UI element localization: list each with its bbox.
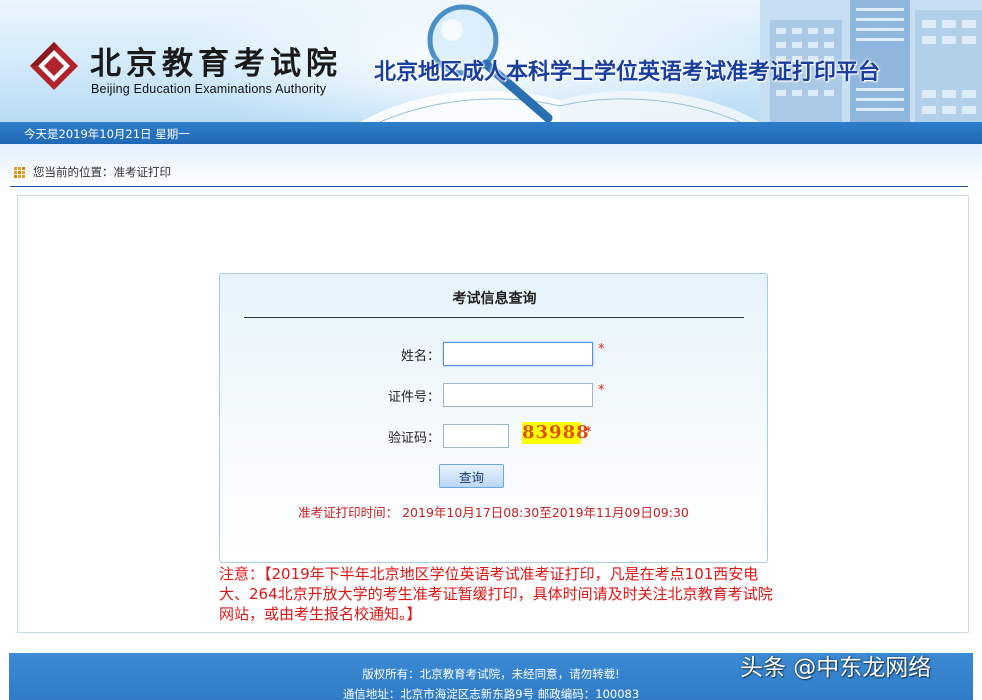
query-button[interactable]: 查询	[439, 464, 504, 488]
captcha-required-mark: *	[585, 425, 592, 440]
breadcrumb-label: 您当前的位置：	[33, 165, 114, 179]
current-date: 今天是2019年10月21日 星期一	[24, 127, 190, 141]
breadcrumb: 您当前的位置：准考证打印	[33, 164, 171, 180]
id-number-input[interactable]	[443, 383, 593, 407]
postponement-notice: 注意：【2019年下半年北京地区学位英语考试准考证打印，凡是在考点101西安电大…	[219, 565, 773, 623]
breadcrumb-divider	[10, 186, 968, 187]
id-number-label: 证件号：	[387, 390, 440, 405]
logo-english-name: Beijing Education Examinations Authority	[91, 82, 327, 96]
print-time-notice: 准考证打印时间： 2019年10月17日08:30至2019年11月09日09:…	[298, 505, 689, 520]
name-required-mark: *	[598, 342, 605, 357]
query-panel-divider	[244, 317, 744, 318]
header-banner: 北京教育考试院 Beijing Education Examinations A…	[0, 0, 982, 122]
bjeea-logo-icon	[30, 42, 78, 90]
id-number-required-mark: *	[598, 383, 605, 398]
date-bar: 今天是2019年10月21日 星期一	[0, 122, 982, 144]
breadcrumb-current: 准考证打印	[113, 165, 172, 179]
platform-title: 北京地区成人本科学士学位英语考试准考证打印平台	[374, 60, 881, 85]
captcha-label: 验证码：	[387, 431, 440, 446]
logo-chinese-name: 北京教育考试院	[90, 46, 342, 82]
footer-address: 通信地址：北京市海淀区志新东路9号 邮政编码：100083	[342, 687, 640, 700]
book-illustration	[360, 90, 760, 122]
location-grid-icon	[14, 167, 25, 178]
name-input[interactable]	[443, 342, 593, 366]
captcha-image[interactable]: 83988	[522, 422, 589, 444]
toutiao-watermark: 头条 @中东龙网络	[740, 655, 932, 681]
name-label: 姓名：	[400, 349, 440, 364]
captcha-input[interactable]	[443, 424, 509, 448]
query-panel-title: 考试信息查询	[452, 291, 537, 307]
